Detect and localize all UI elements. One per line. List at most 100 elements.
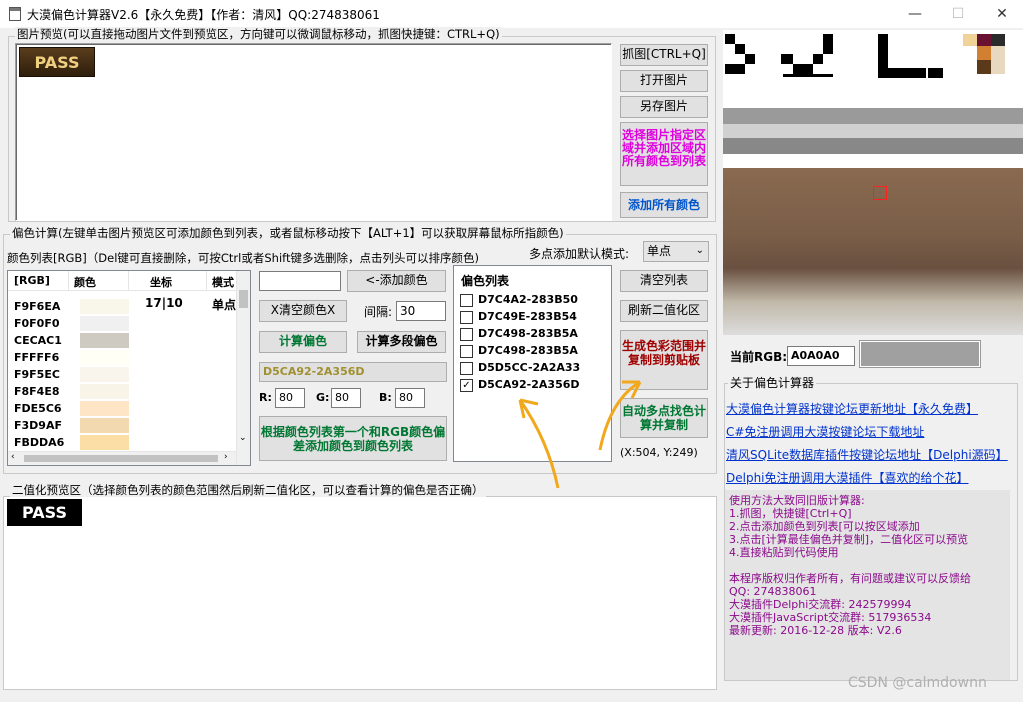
info-line: 2.点击添加颜色到列表[可以按区域添加 <box>729 520 920 533</box>
table-row[interactable]: F9F6EA <box>8 298 236 315</box>
g-input[interactable]: 80 <box>331 388 361 408</box>
offset-list-label: 偏色列表 <box>461 274 510 288</box>
table-row[interactable]: CECAC1 <box>8 332 236 349</box>
row-color-swatch <box>80 350 129 365</box>
row-rgb: FDE5C6 <box>14 402 62 415</box>
calc-offset-button[interactable]: 计算偏色 <box>259 331 347 353</box>
info-textarea[interactable]: 使用方法大致同旧版计算器: 1.抓图，快捷键[Ctrl+Q] 2.点击添加颜色到列表… <box>725 490 1010 680</box>
vscroll-thumb[interactable] <box>239 290 248 308</box>
current-rgb-input[interactable]: A0A0A0 <box>787 346 855 366</box>
r-input[interactable]: 80 <box>275 388 305 408</box>
header-mode[interactable]: 模式 <box>212 274 234 290</box>
table-row[interactable]: FDE5C6 <box>8 400 236 417</box>
binary-group <box>3 496 717 690</box>
close-button[interactable]: ✕ <box>979 0 1023 28</box>
g-label: G: <box>316 391 330 404</box>
preview-pass-image: PASS <box>19 47 95 77</box>
refresh-binary-button[interactable]: 刷新二值化区 <box>620 300 708 322</box>
scroll-left-icon[interactable]: ‹ <box>11 452 15 462</box>
row-color-swatch <box>80 333 129 348</box>
select-region-button[interactable]: 选择图片指定区域并添加区域内所有颜色到列表 <box>620 122 708 186</box>
color-list-label: 颜色列表[RGB]（Del键可直接删除，可按Ctrl或者Shift键多选删除，点… <box>7 251 479 265</box>
multipoint-mode-select[interactable]: 单点 ⌄ <box>643 241 709 262</box>
add-all-colors-button[interactable]: 添加所有颜色 <box>620 192 708 218</box>
multipoint-mode-value: 单点 <box>647 244 672 258</box>
color-input[interactable] <box>259 271 341 291</box>
info-line: 最新更新: 2016-12-28 版本: V2.6 <box>729 624 902 637</box>
grab-button[interactable]: 抓图[CTRL+Q] <box>620 44 708 66</box>
zoom-crosshair <box>873 186 887 200</box>
window-title: 大漠偏色计算器V2.6【永久免费】【作者：清风】QQ:274838061 <box>27 8 380 22</box>
scroll-down-icon[interactable]: ⌄ <box>239 433 247 443</box>
table-row[interactable]: F3D9AF <box>8 417 236 434</box>
current-rgb-label: 当前RGB: <box>730 350 788 364</box>
listview-vscrollbar[interactable]: ⌄ <box>236 271 250 465</box>
offset-item-checkbox[interactable] <box>460 294 473 307</box>
offset-item-label[interactable]: D7C4A2-283B50 <box>478 293 578 306</box>
table-row[interactable]: FFFFF6 <box>8 349 236 366</box>
table-row[interactable]: FBDDA6 <box>8 434 236 451</box>
interval-input[interactable]: 30 <box>396 301 446 321</box>
info-line: 1.抓图，快捷键[Ctrl+Q] <box>729 507 852 520</box>
binary-pass-image: PASS <box>7 499 82 526</box>
offset-item-label[interactable]: D7C498-283B5A <box>478 344 578 357</box>
clear-list-button[interactable]: 清空列表 <box>620 270 708 292</box>
about-group-label: 关于偏色计算器 <box>728 376 817 390</box>
header-divider <box>68 271 69 291</box>
title-bar: 大漠偏色计算器V2.6【永久免费】【作者：清风】QQ:274838061 — ☐… <box>0 0 1023 28</box>
interval-label: 间隔: <box>364 305 393 319</box>
row-rgb: F9F5EC <box>14 368 60 381</box>
link-delphi-plugin[interactable]: Delphi免注册调用大漠插件【喜欢的给个花】 <box>726 469 969 486</box>
chevron-down-icon: ⌄ <box>695 245 704 256</box>
offset-item-checkbox[interactable] <box>460 345 473 358</box>
hscroll-thumb[interactable] <box>24 455 218 462</box>
calc-multi-offset-button[interactable]: 计算多段偏色 <box>357 331 446 353</box>
multipoint-label: 多点添加默认模式: <box>529 247 630 261</box>
offset-item-label[interactable]: D7C49E-283B54 <box>478 310 577 323</box>
link-csharp-download[interactable]: C#免注册调用大漠按键论坛下载地址 <box>726 423 924 440</box>
open-image-button[interactable]: 打开图片 <box>620 70 708 92</box>
link-update-address[interactable]: 大漠偏色计算器按键论坛更新地址【永久免费】 <box>726 400 978 417</box>
b-input[interactable]: 80 <box>395 388 425 408</box>
header-coord[interactable]: 坐标 <box>150 274 172 290</box>
app-icon <box>9 7 21 21</box>
offset-item-checkbox[interactable] <box>460 328 473 341</box>
header-divider <box>206 271 207 291</box>
offset-item-checkbox[interactable] <box>460 311 473 324</box>
watermark: CSDN @calmdownn <box>848 675 987 691</box>
save-image-as-button[interactable]: 另存图片 <box>620 96 708 118</box>
zoom-preview <box>723 30 1023 335</box>
image-preview-area[interactable]: PASS <box>15 43 612 221</box>
listview-header: [RGB] 颜色 坐标 模式 <box>8 271 238 291</box>
table-row[interactable]: F9F5EC <box>8 366 236 383</box>
offset-item-checkbox[interactable]: ✓ <box>460 379 473 392</box>
info-line: 3.点击[计算最佳偏色并复制]，二值化区可以预览 <box>729 533 969 546</box>
result-offset-field[interactable]: D5CA92-2A356D <box>259 362 447 382</box>
row-rgb: F8F4E8 <box>14 385 60 398</box>
offset-item-checkbox[interactable] <box>460 362 473 375</box>
add-color-button[interactable]: <-添加颜色 <box>347 270 446 292</box>
color-listview[interactable]: [RGB] 颜色 坐标 模式 17|10 单点 F9F6EA F0F0F0 CECA… <box>7 270 251 466</box>
add-by-first-color-button[interactable]: 根据颜色列表第一个和RGB颜色偏差添加颜色到颜色列表 <box>259 416 447 461</box>
header-divider <box>128 271 129 291</box>
link-sqlite-plugin[interactable]: 清风SQLite数据库插件按键论坛地址【Delphi源码】 <box>726 446 1008 463</box>
header-color[interactable]: 颜色 <box>74 274 96 290</box>
row-color-swatch <box>80 401 129 416</box>
clear-colors-button[interactable]: X清空颜色X <box>259 300 347 322</box>
scroll-right-icon[interactable]: › <box>224 452 228 462</box>
info-line: QQ: 274838061 <box>729 585 817 598</box>
offset-item-label[interactable]: D7C498-283B5A <box>478 327 578 340</box>
annotation-arrows <box>518 380 642 489</box>
header-rgb[interactable]: [RGB] <box>14 274 50 287</box>
table-row[interactable]: F0F0F0 <box>8 315 236 332</box>
table-row[interactable]: F8F4E8 <box>8 383 236 400</box>
minimize-button[interactable]: — <box>892 0 938 28</box>
maximize-button[interactable]: ☐ <box>935 0 981 28</box>
row-color-swatch <box>80 418 129 433</box>
row-rgb: CECAC1 <box>14 334 62 347</box>
info-line: 大漠插件JavaScript交流群: 517936534 <box>729 611 932 624</box>
listview-hscrollbar[interactable]: ‹ › <box>8 451 236 465</box>
info-line: 4.直接粘贴到代码使用 <box>729 546 839 559</box>
row-color-swatch <box>80 384 129 399</box>
row-rgb: FBDDA6 <box>14 436 65 449</box>
